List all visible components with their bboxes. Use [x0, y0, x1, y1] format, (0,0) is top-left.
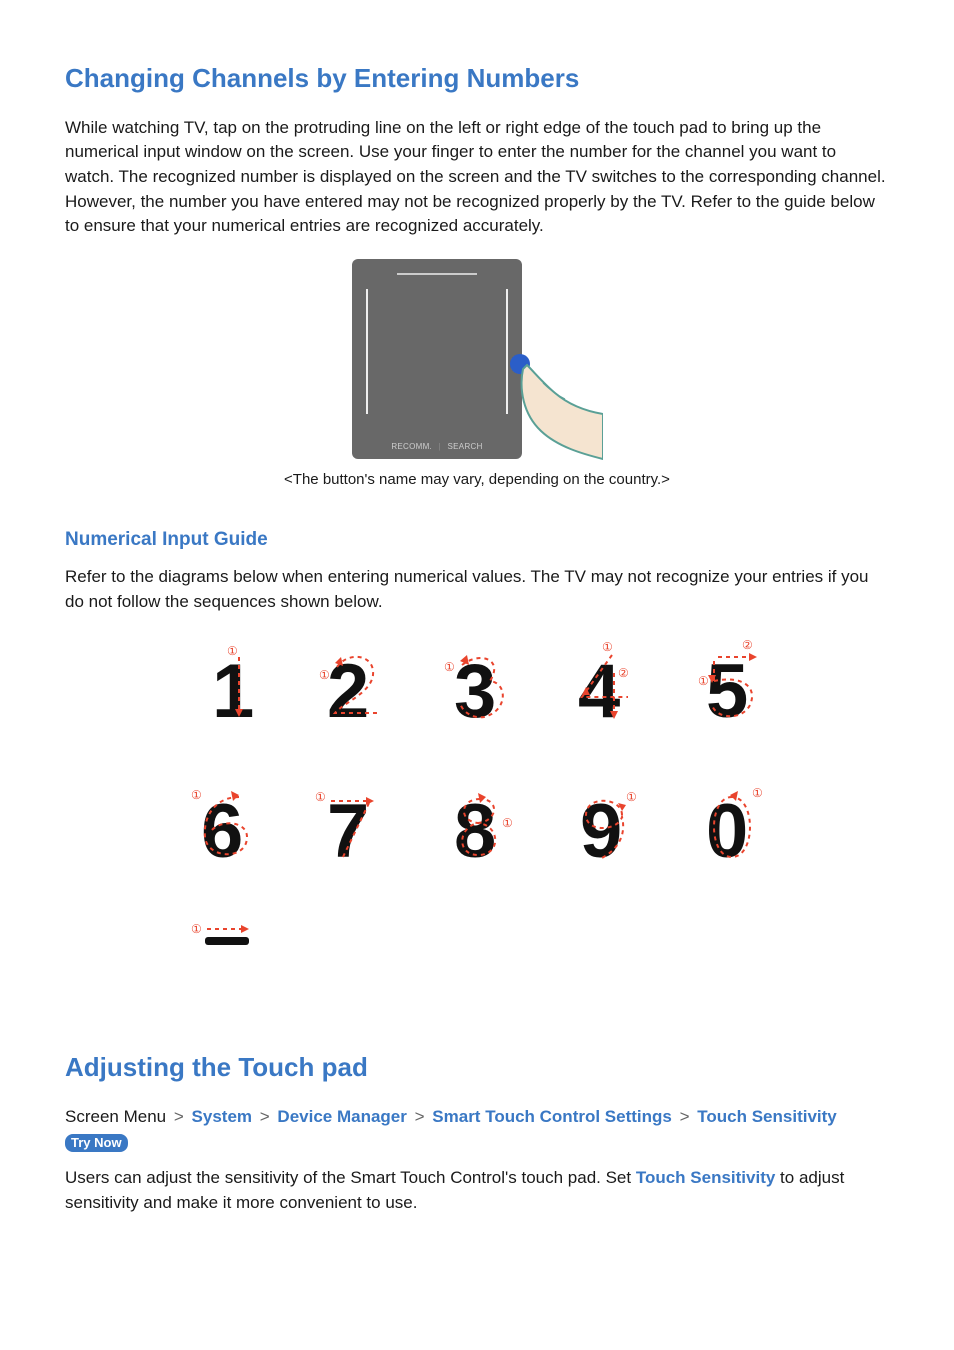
breadcrumb-prefix: Screen Menu — [65, 1107, 166, 1126]
heading-channels: Changing Channels by Entering Numbers — [65, 60, 889, 98]
breadcrumb-sep: > — [680, 1107, 690, 1126]
digit-0: 0 ① — [682, 779, 777, 864]
digits-grid: 1 ① 2 ① 3 ① 4 — [177, 639, 777, 994]
digit-3: 3 ① — [430, 639, 525, 724]
digit-8: 8 ① — [430, 779, 525, 864]
try-now-badge[interactable]: Try Now — [65, 1134, 128, 1153]
digit-2: 2 ① — [303, 639, 398, 724]
touchpad-top-line — [397, 273, 477, 275]
digits-row-2: 6 ① 7 ① 8 ① 9 — [177, 779, 777, 864]
heading-numerical-guide: Numerical Input Guide — [65, 526, 889, 554]
digit-4: 4 ① ② — [556, 639, 651, 724]
svg-text:8: 8 — [454, 789, 496, 874]
digit-9: 9 ① — [556, 779, 651, 864]
digits-row-dash: ① — [177, 909, 777, 994]
digit-6: 6 ① — [177, 779, 272, 864]
breadcrumb-system[interactable]: System — [192, 1107, 252, 1126]
breadcrumb: Screen Menu > System > Device Manager > … — [65, 1105, 889, 1154]
svg-text:1: 1 — [212, 649, 254, 734]
heading-adjust-touchpad: Adjusting the Touch pad — [65, 1049, 889, 1087]
svg-text:①: ① — [602, 640, 613, 654]
digit-1: 1 ① — [177, 639, 272, 724]
svg-text:②: ② — [618, 666, 629, 680]
breadcrumb-touch-sensitivity[interactable]: Touch Sensitivity — [697, 1107, 837, 1126]
svg-text:①: ① — [698, 674, 709, 688]
svg-text:2: 2 — [327, 649, 369, 734]
svg-text:①: ① — [502, 816, 513, 830]
channels-body: While watching TV, tap on the protruding… — [65, 116, 889, 239]
touchpad-right-edge — [506, 289, 508, 414]
touchpad-label-search: SEARCH — [448, 442, 483, 451]
svg-text:①: ① — [319, 668, 330, 682]
breadcrumb-sep: > — [174, 1107, 184, 1126]
touchpad-left-edge — [366, 289, 368, 414]
adjust-body-term: Touch Sensitivity — [636, 1168, 776, 1187]
touchpad-body: RECOMM. | SEARCH — [352, 259, 522, 459]
digit-dash: ① — [177, 909, 272, 994]
svg-text:①: ① — [444, 660, 455, 674]
finger-illustration — [510, 354, 600, 464]
adjust-body-pre: Users can adjust the sensitivity of the … — [65, 1168, 636, 1187]
adjust-body: Users can adjust the sensitivity of the … — [65, 1166, 889, 1215]
breadcrumb-stc-settings[interactable]: Smart Touch Control Settings — [432, 1107, 672, 1126]
svg-text:①: ① — [752, 786, 763, 800]
digits-row-1: 1 ① 2 ① 3 ① 4 — [177, 639, 777, 724]
breadcrumb-sep: > — [415, 1107, 425, 1126]
svg-text:5: 5 — [706, 649, 748, 734]
touchpad-label-recomm: RECOMM. — [391, 442, 432, 451]
svg-text:①: ① — [626, 790, 637, 804]
breadcrumb-sep: > — [260, 1107, 270, 1126]
svg-text:0: 0 — [706, 789, 748, 874]
touchpad-figure: RECOMM. | SEARCH — [352, 259, 602, 459]
svg-text:①: ① — [191, 788, 202, 802]
digit-5: 5 ① ② — [682, 639, 777, 724]
digit-7: 7 ① — [303, 779, 398, 864]
svg-text:①: ① — [191, 922, 202, 936]
breadcrumb-device-manager[interactable]: Device Manager — [277, 1107, 406, 1126]
touchpad-bottom-labels: RECOMM. | SEARCH — [352, 441, 522, 453]
svg-text:9: 9 — [580, 789, 622, 874]
svg-text:①: ① — [315, 790, 326, 804]
svg-text:②: ② — [742, 639, 753, 652]
numerical-guide-body: Refer to the diagrams below when enterin… — [65, 565, 889, 614]
touchpad-caption: <The button's name may vary, depending o… — [65, 469, 889, 491]
svg-text:3: 3 — [454, 649, 496, 734]
svg-text:①: ① — [227, 644, 238, 658]
